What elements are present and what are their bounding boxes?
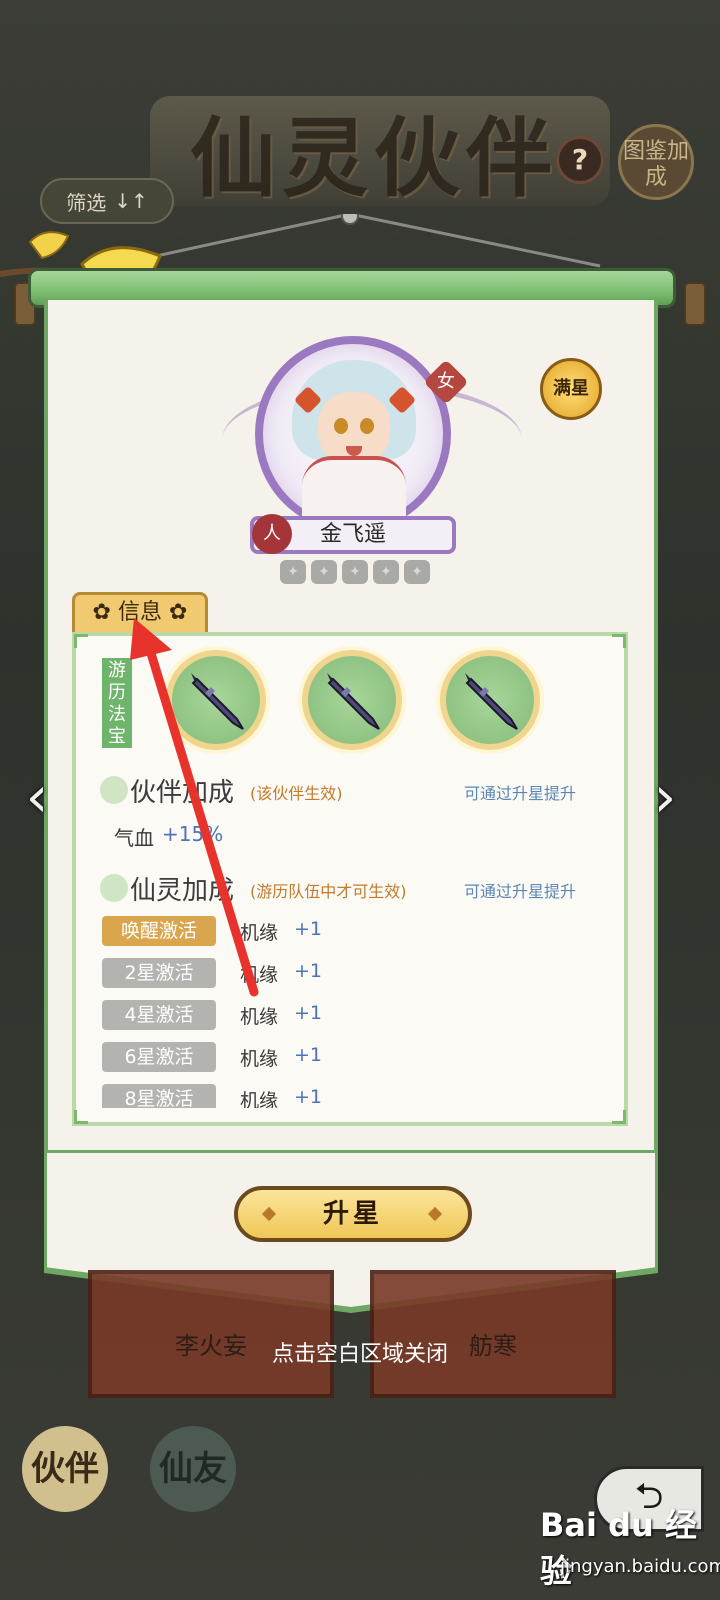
activation-tag: 4星激活: [102, 1000, 216, 1030]
activation-stat: 机缘: [240, 964, 279, 986]
help-button[interactable]: ?: [556, 136, 604, 184]
character-eye: [360, 418, 374, 434]
max-star-badge: 满星: [540, 358, 602, 420]
travel-treasure-label: 游历法宝: [102, 658, 132, 748]
prev-partner-chevron-icon[interactable]: ‹: [20, 770, 54, 826]
sword-icon: [327, 673, 380, 730]
tab-friend[interactable]: 仙友: [150, 1426, 236, 1512]
page-title: 仙灵伙伴: [190, 108, 558, 209]
filter-label: 筛选: [66, 190, 107, 215]
activation-stat: 机缘: [240, 1048, 279, 1070]
activation-stat: 机缘: [240, 1006, 279, 1028]
frame-corner: [74, 1110, 88, 1124]
frame-corner: [612, 1110, 626, 1124]
spirit-bonus-subtitle: (游历队伍中才可生效): [250, 882, 407, 901]
activation-value: +1: [294, 1044, 323, 1066]
watermark-brand: Bai du 经验: [540, 1506, 697, 1590]
tab-partner[interactable]: 伙伴: [22, 1426, 108, 1512]
flower-icon: ✿: [169, 600, 188, 625]
frame-corner: [612, 634, 626, 648]
activation-value: +1: [294, 1086, 323, 1108]
activation-tag: 唤醒激活: [102, 916, 216, 946]
watermark-url: jingyan.baidu.com: [560, 1556, 720, 1577]
sword-icon: [191, 673, 244, 730]
star-icon: ✦: [404, 560, 430, 584]
star-icon: ✦: [342, 560, 368, 584]
star-icon: ✦: [280, 560, 306, 584]
spirit-bonus-title: 仙灵加成: [130, 876, 235, 906]
tujian-bonus-button[interactable]: 图鉴加成: [618, 124, 694, 200]
background-partner-card[interactable]: 李火妄: [88, 1270, 334, 1398]
spirit-bonus-upgrade-link[interactable]: 可通过升星提升: [464, 878, 576, 902]
tab-info[interactable]: ✿ 信息 ✿: [72, 592, 208, 632]
sword-icon: [465, 673, 518, 730]
flower-icon: [100, 776, 128, 804]
scroll-end-right: [684, 282, 706, 326]
frame-corner: [74, 634, 88, 648]
activation-tag: 6星激活: [102, 1042, 216, 1072]
activation-value: +1: [294, 960, 323, 982]
partner-bonus-subtitle: (该伙伴生效): [250, 784, 343, 803]
activation-tag: 2星激活: [102, 958, 216, 988]
activation-stat: 机缘: [240, 1090, 279, 1108]
flower-icon: ✿: [92, 600, 111, 625]
gender-badge: 女: [437, 371, 455, 392]
activation-tag: 8星激活: [102, 1084, 216, 1108]
activation-value: +1: [294, 918, 323, 940]
treasure-slot-3[interactable]: [440, 650, 540, 750]
hp-stat-value: +15%: [162, 822, 224, 846]
sort-updown-icon: ↓↑: [114, 189, 148, 213]
next-partner-chevron-icon[interactable]: ›: [648, 770, 682, 826]
tab-info-label: 信息: [117, 600, 162, 625]
close-hint[interactable]: 点击空白区域关闭: [0, 1336, 720, 1368]
treasure-slot-1[interactable]: [166, 650, 266, 750]
activation-value: +1: [294, 1002, 323, 1024]
hp-stat-label: 气血: [114, 826, 154, 850]
partner-bonus-upgrade-link[interactable]: 可通过升星提升: [464, 780, 576, 804]
type-badge: 人: [252, 514, 292, 554]
flower-icon: [100, 874, 128, 902]
activation-stat: 机缘: [240, 922, 279, 944]
list-clip: 8星激活 机缘 +1: [100, 1084, 540, 1108]
star-icon: ✦: [311, 560, 337, 584]
character-eye: [334, 418, 348, 434]
partner-bonus-title: 伙伴加成: [130, 778, 235, 808]
background-partner-card[interactable]: 舫寒: [370, 1270, 616, 1398]
treasure-slot-2[interactable]: [302, 650, 402, 750]
star-icon: ✦: [373, 560, 399, 584]
